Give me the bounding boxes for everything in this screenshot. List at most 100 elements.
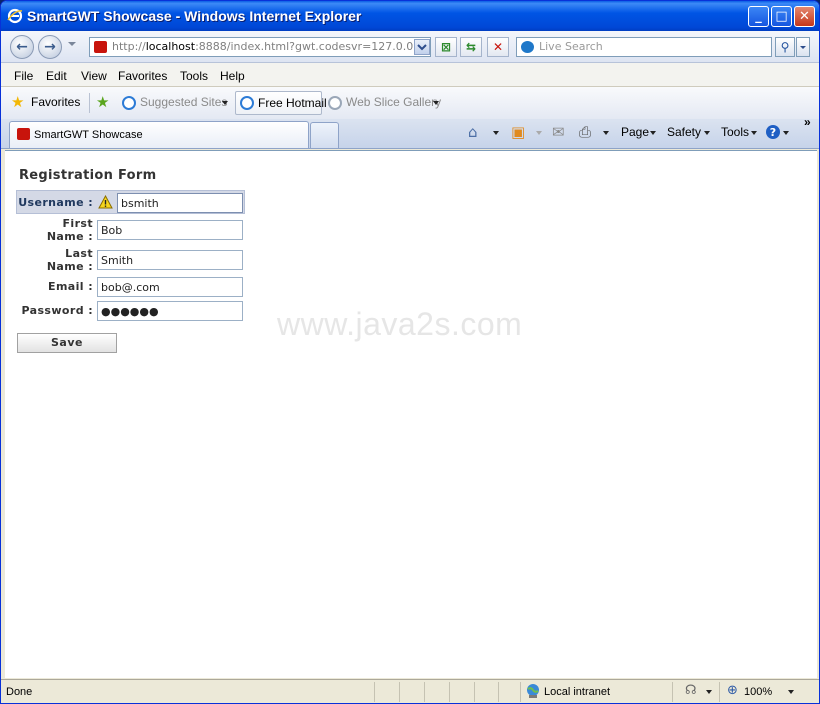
warning-icon[interactable] [98,195,113,209]
chevron-down-icon[interactable] [788,690,794,694]
address-toolbar: ← → http://localhost:8888/index.html?gwt… [1,31,819,63]
free-hotmail-button[interactable]: Free Hotmail [235,91,327,115]
minimize-button[interactable]: _ [748,6,769,27]
url-rest: :8888/index.html?gwt.codesvr=127.0.0.1:9… [195,40,431,53]
status-divider [399,682,400,702]
watermark-text: www.java2s.com [277,306,523,342]
save-button[interactable]: Save [17,333,117,353]
safety-menu[interactable]: Safety [667,125,701,139]
first-name-input[interactable] [97,220,243,240]
favorites-button[interactable]: Favorites [31,95,80,109]
status-divider [424,682,425,702]
stop-button[interactable]: ✕ [487,37,509,57]
back-button[interactable]: ← [10,35,34,59]
menu-tools[interactable]: Tools [180,69,208,83]
url-host: localhost [145,40,196,53]
tab-label: SmartGWT Showcase [34,129,143,141]
compatibility-view-button[interactable]: ⊠ [435,37,457,57]
search-input[interactable]: Live Search [516,37,772,57]
url-prefix: http:// [112,40,146,53]
compatibility-icon: ⊠ [440,40,452,54]
status-divider [719,682,720,702]
last-name-label: Last Name : [47,247,93,273]
feeds-icon[interactable]: ▣ [511,123,525,141]
chevron-down-icon[interactable] [493,131,499,135]
last-name-label-line1: Last [65,247,93,260]
browser-window: SmartGWT Showcase - Windows Internet Exp… [0,0,820,704]
menu-help[interactable]: Help [220,69,245,83]
chevron-down-icon [536,131,542,135]
address-dropdown-button[interactable] [414,39,430,55]
magnifier-icon: ⚲ [780,40,790,54]
tools-menu[interactable]: Tools [721,125,749,139]
chevron-down-icon[interactable] [704,131,710,135]
svg-text:?: ? [770,126,776,139]
first-name-label-line1: First [62,217,93,230]
close-button[interactable]: ✕ [794,6,815,27]
mail-icon[interactable]: ✉ [552,123,565,141]
page-menu[interactable]: Page [621,125,649,139]
favorites-bar: ★ Favorites ★ Suggested Sites Free Hotma… [1,87,819,119]
protected-mode-icon[interactable]: ☊ [685,683,697,698]
tab-bar: SmartGWT Showcase ⌂ ▣ ✉ ⎙ Page Safety To… [1,115,819,149]
site-favicon-icon [17,128,30,140]
intranet-zone-icon [527,684,539,698]
address-bar[interactable]: http://localhost:8888/index.html?gwt.cod… [89,37,431,57]
search-button[interactable]: ⚲ [775,37,795,57]
forward-button[interactable]: → [38,35,62,59]
chevron-down-icon[interactable] [603,131,609,135]
status-divider [374,682,375,702]
security-zone[interactable]: Local intranet [544,686,610,698]
page-content: Registration Form Username : First Name … [5,150,817,678]
history-dropdown-icon[interactable] [68,42,76,46]
menu-edit[interactable]: Edit [46,69,67,83]
more-commands-button[interactable]: » [804,115,811,129]
status-divider [474,682,475,702]
free-hotmail-label: Free Hotmail [258,96,327,110]
title-bar[interactable]: SmartGWT Showcase - Windows Internet Exp… [1,1,819,31]
add-favorites-icon[interactable]: ★ [96,93,109,111]
password-label: Password : [21,304,93,317]
search-placeholder: Live Search [539,40,603,53]
last-name-label-line2: Name : [46,260,93,273]
chevron-down-icon[interactable] [783,131,789,135]
arrow-right-icon: → [44,39,56,55]
status-divider [498,682,499,702]
new-tab-button[interactable] [310,122,339,148]
maximize-button[interactable]: □ [771,6,792,27]
chevron-down-icon[interactable] [222,101,228,105]
last-name-input[interactable] [97,250,243,270]
stop-icon: ✕ [492,40,504,54]
home-icon[interactable]: ⌂ [468,123,478,141]
chevron-down-icon[interactable] [706,690,712,694]
ie-page-icon [240,96,254,110]
suggested-sites-link[interactable]: Suggested Sites [140,95,227,109]
menu-file[interactable]: File [14,69,33,83]
search-options-button[interactable] [796,37,810,57]
chevron-down-icon[interactable] [650,131,656,135]
username-input[interactable] [117,193,243,213]
menu-favorites[interactable]: Favorites [118,69,167,83]
refresh-button[interactable]: ⇆ [460,37,482,57]
help-icon[interactable]: ? [765,124,781,140]
tab-smartgwt-showcase[interactable]: SmartGWT Showcase [9,121,309,148]
print-icon[interactable]: ⎙ [579,123,591,141]
chevron-down-icon [417,44,427,51]
live-search-icon [521,41,534,53]
ie-page-icon [122,96,136,110]
status-divider [449,682,450,702]
menu-view[interactable]: View [81,69,107,83]
password-input[interactable] [97,301,243,321]
first-name-label: First Name : [47,217,93,243]
zoom-icon[interactable]: ⊕ [727,683,738,698]
web-slice-gallery-link[interactable]: Web Slice Gallery [346,95,441,109]
email-input[interactable] [97,277,243,297]
site-favicon-icon [94,41,107,53]
status-bar: Done Local intranet ☊ ⊕ 100% [1,679,819,703]
refresh-icon: ⇆ [465,40,477,54]
chevron-down-icon[interactable] [751,131,757,135]
zoom-level[interactable]: 100% [744,686,772,698]
chevron-down-icon[interactable] [433,101,439,105]
status-text: Done [6,686,33,698]
ie-logo-icon [7,8,23,24]
